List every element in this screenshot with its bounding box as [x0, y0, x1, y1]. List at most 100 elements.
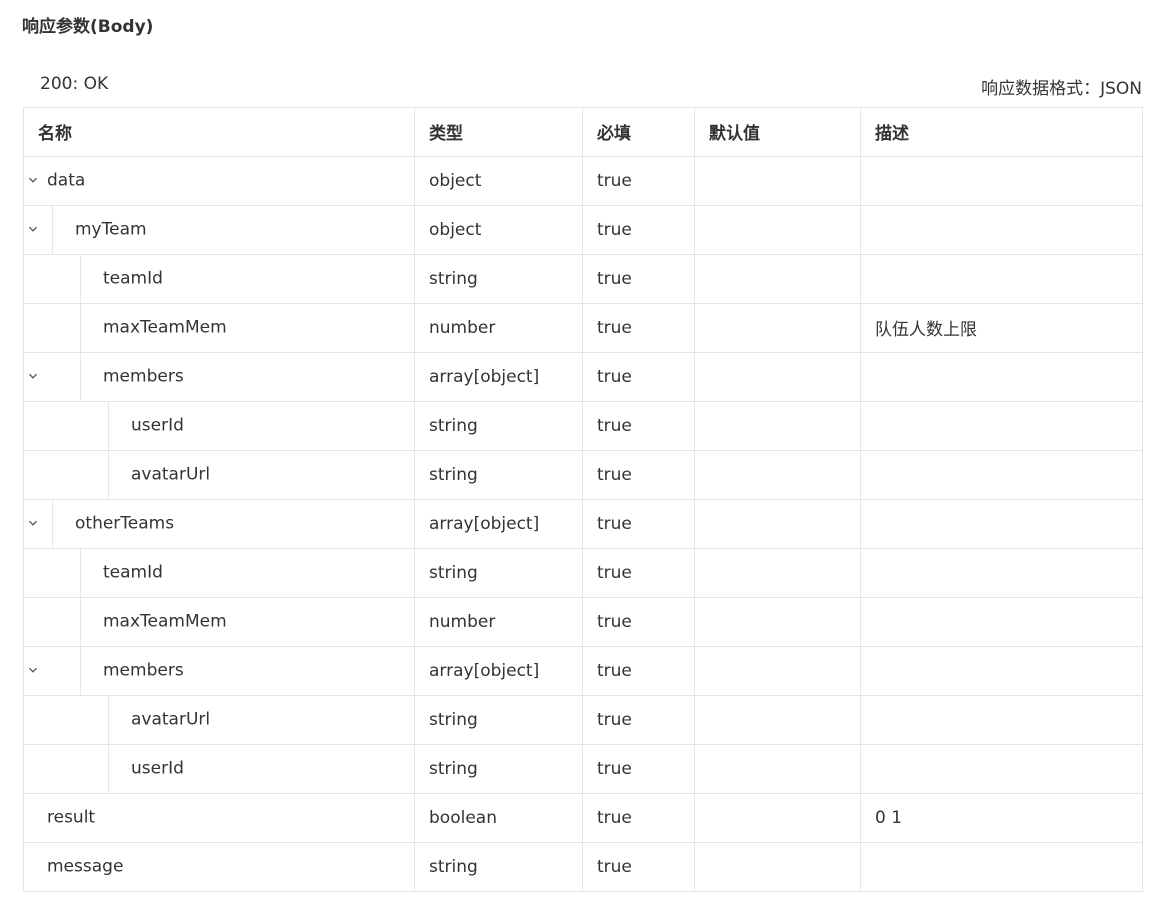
param-type: string — [414, 400, 583, 451]
param-required: true — [582, 841, 695, 892]
param-default — [694, 547, 861, 598]
param-name: teamId — [103, 562, 163, 583]
header-name: 名称 — [23, 107, 415, 157]
table-row: teamId string true — [23, 253, 1143, 304]
table-row: message string true — [23, 841, 1143, 892]
param-default — [694, 155, 861, 206]
param-name: members — [103, 660, 184, 681]
param-default — [694, 253, 861, 304]
table-row: maxTeamMem number true 队伍人数上限 — [23, 302, 1143, 353]
chevron-down-icon[interactable] — [28, 665, 38, 675]
param-name-cell: userId — [23, 743, 415, 794]
tree-guide-line — [108, 696, 109, 743]
param-type: array[object] — [414, 645, 583, 696]
param-required: true — [582, 547, 695, 598]
param-type: object — [414, 155, 583, 206]
param-description: 0 1 — [860, 792, 1143, 843]
param-description — [860, 204, 1143, 255]
param-description — [860, 253, 1143, 304]
param-description — [860, 596, 1143, 647]
param-name-cell: maxTeamMem — [23, 302, 415, 353]
param-name: avatarUrl — [131, 709, 211, 730]
param-name-cell: avatarUrl — [23, 694, 415, 745]
param-default — [694, 841, 861, 892]
tree-guide-line — [80, 304, 81, 351]
param-description — [860, 743, 1143, 794]
param-description — [860, 351, 1143, 402]
param-type: string — [414, 253, 583, 304]
param-name-cell: myTeam — [23, 204, 415, 255]
table-row: maxTeamMem number true — [23, 596, 1143, 647]
param-default — [694, 351, 861, 402]
param-type: number — [414, 302, 583, 353]
param-name-cell: teamId — [23, 547, 415, 598]
param-type: number — [414, 596, 583, 647]
param-description — [860, 498, 1143, 549]
param-default — [694, 449, 861, 500]
chevron-down-icon[interactable] — [28, 518, 38, 528]
table-row: myTeam object true — [23, 204, 1143, 255]
param-required: true — [582, 253, 695, 304]
param-required: true — [582, 155, 695, 206]
tree-guide-line — [80, 255, 81, 302]
header-required: 必填 — [582, 107, 695, 157]
param-required: true — [582, 596, 695, 647]
chevron-down-icon[interactable] — [28, 175, 38, 185]
header-description: 描述 — [860, 107, 1143, 157]
param-description: 队伍人数上限 — [860, 302, 1143, 353]
param-default — [694, 645, 861, 696]
table-row: avatarUrl string true — [23, 449, 1143, 500]
response-format: 响应数据格式：JSON — [981, 79, 1142, 99]
chevron-down-icon[interactable] — [28, 224, 38, 234]
param-name-cell: result — [23, 792, 415, 843]
status-code: 200: OK — [40, 74, 109, 94]
param-description — [860, 694, 1143, 745]
param-name-cell: members — [23, 351, 415, 402]
param-description — [860, 645, 1143, 696]
param-name: maxTeamMem — [103, 317, 227, 338]
param-default — [694, 743, 861, 794]
param-type: string — [414, 743, 583, 794]
param-default — [694, 400, 861, 451]
table-row: avatarUrl string true — [23, 694, 1143, 745]
table-row: userId string true — [23, 743, 1143, 794]
tree-guide-line — [52, 500, 53, 547]
tree-guide-line — [108, 451, 109, 498]
param-description — [860, 400, 1143, 451]
param-name: userId — [131, 415, 184, 436]
param-default — [694, 596, 861, 647]
param-name: avatarUrl — [131, 464, 211, 485]
param-name: maxTeamMem — [103, 611, 227, 632]
param-type: string — [414, 841, 583, 892]
param-required: true — [582, 645, 695, 696]
table-row: teamId string true — [23, 547, 1143, 598]
param-required: true — [582, 792, 695, 843]
param-name-cell: message — [23, 841, 415, 892]
table-header-row: 名称 类型 必填 默认值 描述 — [23, 107, 1143, 157]
param-name: result — [47, 807, 96, 828]
table-row: userId string true — [23, 400, 1143, 451]
param-type: array[object] — [414, 351, 583, 402]
param-required: true — [582, 743, 695, 794]
param-name-cell: otherTeams — [23, 498, 415, 549]
param-type: string — [414, 694, 583, 745]
table-row: otherTeams array[object] true — [23, 498, 1143, 549]
header-default: 默认值 — [694, 107, 861, 157]
param-name-cell: avatarUrl — [23, 449, 415, 500]
param-description — [860, 841, 1143, 892]
chevron-down-icon[interactable] — [28, 371, 38, 381]
params-table: 名称 类型 必填 默认值 描述 data object true myTeam obje… — [23, 107, 1143, 892]
tree-guide-line — [80, 549, 81, 596]
section-title: 响应参数(Body) — [22, 17, 154, 37]
table-row: members array[object] true — [23, 351, 1143, 402]
param-type: string — [414, 547, 583, 598]
param-required: true — [582, 204, 695, 255]
tree-guide-line — [52, 206, 53, 253]
param-description — [860, 155, 1143, 206]
table-row: members array[object] true — [23, 645, 1143, 696]
param-type: object — [414, 204, 583, 255]
param-name-cell: members — [23, 645, 415, 696]
param-default — [694, 204, 861, 255]
tree-guide-line — [108, 745, 109, 792]
param-required: true — [582, 449, 695, 500]
